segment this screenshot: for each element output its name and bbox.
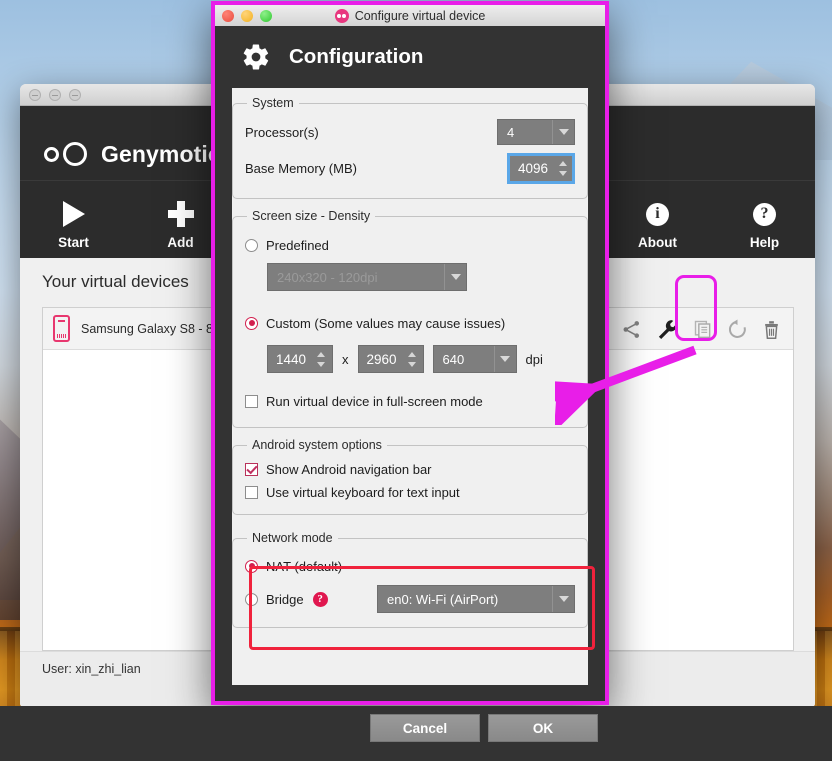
predefined-radio[interactable] [245,238,258,252]
stepper-up-icon[interactable] [558,160,567,166]
dialog-header-title: Configuration [289,45,424,68]
nat-radio[interactable] [245,559,258,573]
processors-select[interactable]: 4 [497,119,575,145]
toolbar-button-start[interactable]: Start [20,193,127,258]
stepper-up-icon[interactable] [317,351,326,357]
dialog-content: System Processor(s) 4 Base Memory (MB) 4… [232,88,595,685]
dpi-unit-label: dpi [525,351,543,367]
copy-icon[interactable] [693,319,713,339]
predefined-label: Predefined [266,237,329,253]
gear-icon [241,42,271,72]
custom-width-spinbox[interactable]: 1440 [267,345,333,373]
bridge-radio[interactable] [245,592,258,606]
virtual-keyboard-label: Use virtual keyboard for text input [266,485,460,500]
window-minimize-button[interactable] [49,88,61,101]
nav-bar-row[interactable]: Show Android navigation bar [245,458,575,481]
phone-icon [53,315,70,342]
cancel-button[interactable]: Cancel [370,714,480,742]
base-memory-row: Base Memory (MB) 4096 [245,148,575,188]
chevron-down-icon [444,264,466,290]
window-zoom-button[interactable] [69,88,81,101]
base-memory-value: 4096 [518,160,549,176]
stepper-down-icon[interactable] [407,361,416,367]
processors-row: Processor(s) 4 [245,116,575,148]
bridge-row[interactable]: Bridge ? en0: Wi-Fi (AirPort) [245,581,575,617]
info-circle-icon: i [604,193,711,235]
custom-height-spinbox[interactable]: 2960 [357,345,424,373]
base-memory-spinbox[interactable]: 4096 [507,152,575,184]
nat-row[interactable]: NAT (default) [245,551,575,581]
screen-size-legend: Screen size - Density [252,209,371,223]
custom-dpi-select[interactable]: 640 [432,345,517,373]
custom-label: Custom (Some values may cause issues) [266,315,506,331]
resolution-separator: x [342,351,349,367]
custom-width-value: 1440 [276,351,307,367]
android-options-group: Android system options Show Android navi… [232,438,588,515]
custom-width-stepper[interactable] [314,346,331,372]
device-action-bar [621,308,793,350]
bridge-label: Bridge [266,591,304,607]
trash-icon[interactable] [762,319,781,340]
network-interface-select[interactable]: en0: Wi-Fi (AirPort) [377,585,575,613]
custom-height-value: 2960 [366,351,397,367]
question-circle-icon: ? [711,193,815,235]
stepper-down-icon[interactable] [317,361,326,367]
base-memory-label: Base Memory (MB) [245,160,357,176]
chevron-down-icon [552,586,574,612]
nat-label: NAT (default) [266,558,343,574]
stepper-down-icon[interactable] [558,170,567,176]
network-mode-group: Network mode NAT (default) Bridge ? en0:… [232,531,588,628]
system-group-legend: System [252,96,294,110]
predefined-row[interactable]: Predefined [245,229,575,261]
dialog-title: Configure virtual device [354,8,486,23]
genymotion-logo-icon [44,142,87,166]
fullscreen-row[interactable]: Run virtual device in full-screen mode [245,385,575,417]
custom-dpi-value: 640 [442,351,465,367]
system-group: System Processor(s) 4 Base Memory (MB) 4… [232,96,588,199]
toolbar-label-about: About [638,235,677,250]
custom-radio[interactable] [245,316,258,330]
dialog-footer-bar: Cancel OK [0,706,832,761]
dialog-button-row: Cancel OK [370,714,598,742]
nav-bar-label: Show Android navigation bar [266,462,432,477]
virtual-keyboard-row[interactable]: Use virtual keyboard for text input [245,481,575,504]
configure-virtual-device-dialog: Configure virtual device Configuration S… [211,1,609,705]
ok-button[interactable]: OK [488,714,598,742]
custom-resolution-row: 1440 x 2960 640 dpi [245,343,575,375]
custom-row[interactable]: Custom (Some values may cause issues) [245,307,575,339]
reset-icon[interactable] [727,318,748,340]
virtual-keyboard-checkbox[interactable] [245,486,258,499]
toolbar-button-help[interactable]: ? Help [711,193,815,258]
nav-bar-checkbox[interactable] [245,463,258,476]
dialog-titlebar: Configure virtual device [215,5,605,26]
genymotion-mini-logo-icon [334,8,349,23]
processors-label: Processor(s) [245,124,319,140]
play-icon [20,193,127,235]
share-icon[interactable] [621,319,642,340]
predefined-resolution-value: 240x320 - 120dpi [277,269,378,285]
wrench-icon[interactable] [656,318,679,341]
bridge-help-icon[interactable]: ? [312,591,328,607]
fullscreen-label: Run virtual device in full-screen mode [266,393,483,409]
toolbar-label-help: Help [749,235,780,250]
predefined-resolution-select[interactable]: 240x320 - 120dpi [267,263,467,291]
fullscreen-checkbox[interactable] [245,394,258,408]
chevron-down-icon [552,120,574,144]
predefined-select-row: 240x320 - 120dpi [245,261,575,293]
base-memory-stepper[interactable] [556,156,572,181]
screen-size-group: Screen size - Density Predefined 240x320… [232,209,595,650]
stepper-up-icon[interactable] [407,351,416,357]
android-options-legend: Android system options [252,438,382,452]
custom-height-stepper[interactable] [405,346,422,372]
network-mode-legend: Network mode [252,531,333,545]
dialog-header: Configuration [215,26,605,88]
window-close-button[interactable] [29,88,41,101]
network-interface-value: en0: Wi-Fi (AirPort) [387,591,499,607]
device-name-label: Samsung Galaxy S8 - 8.0 - [81,321,232,336]
toolbar-label-start: Start [58,235,89,250]
processors-value: 4 [507,124,515,140]
chevron-down-icon [493,346,516,372]
toolbar-button-about[interactable]: i About [604,193,711,258]
